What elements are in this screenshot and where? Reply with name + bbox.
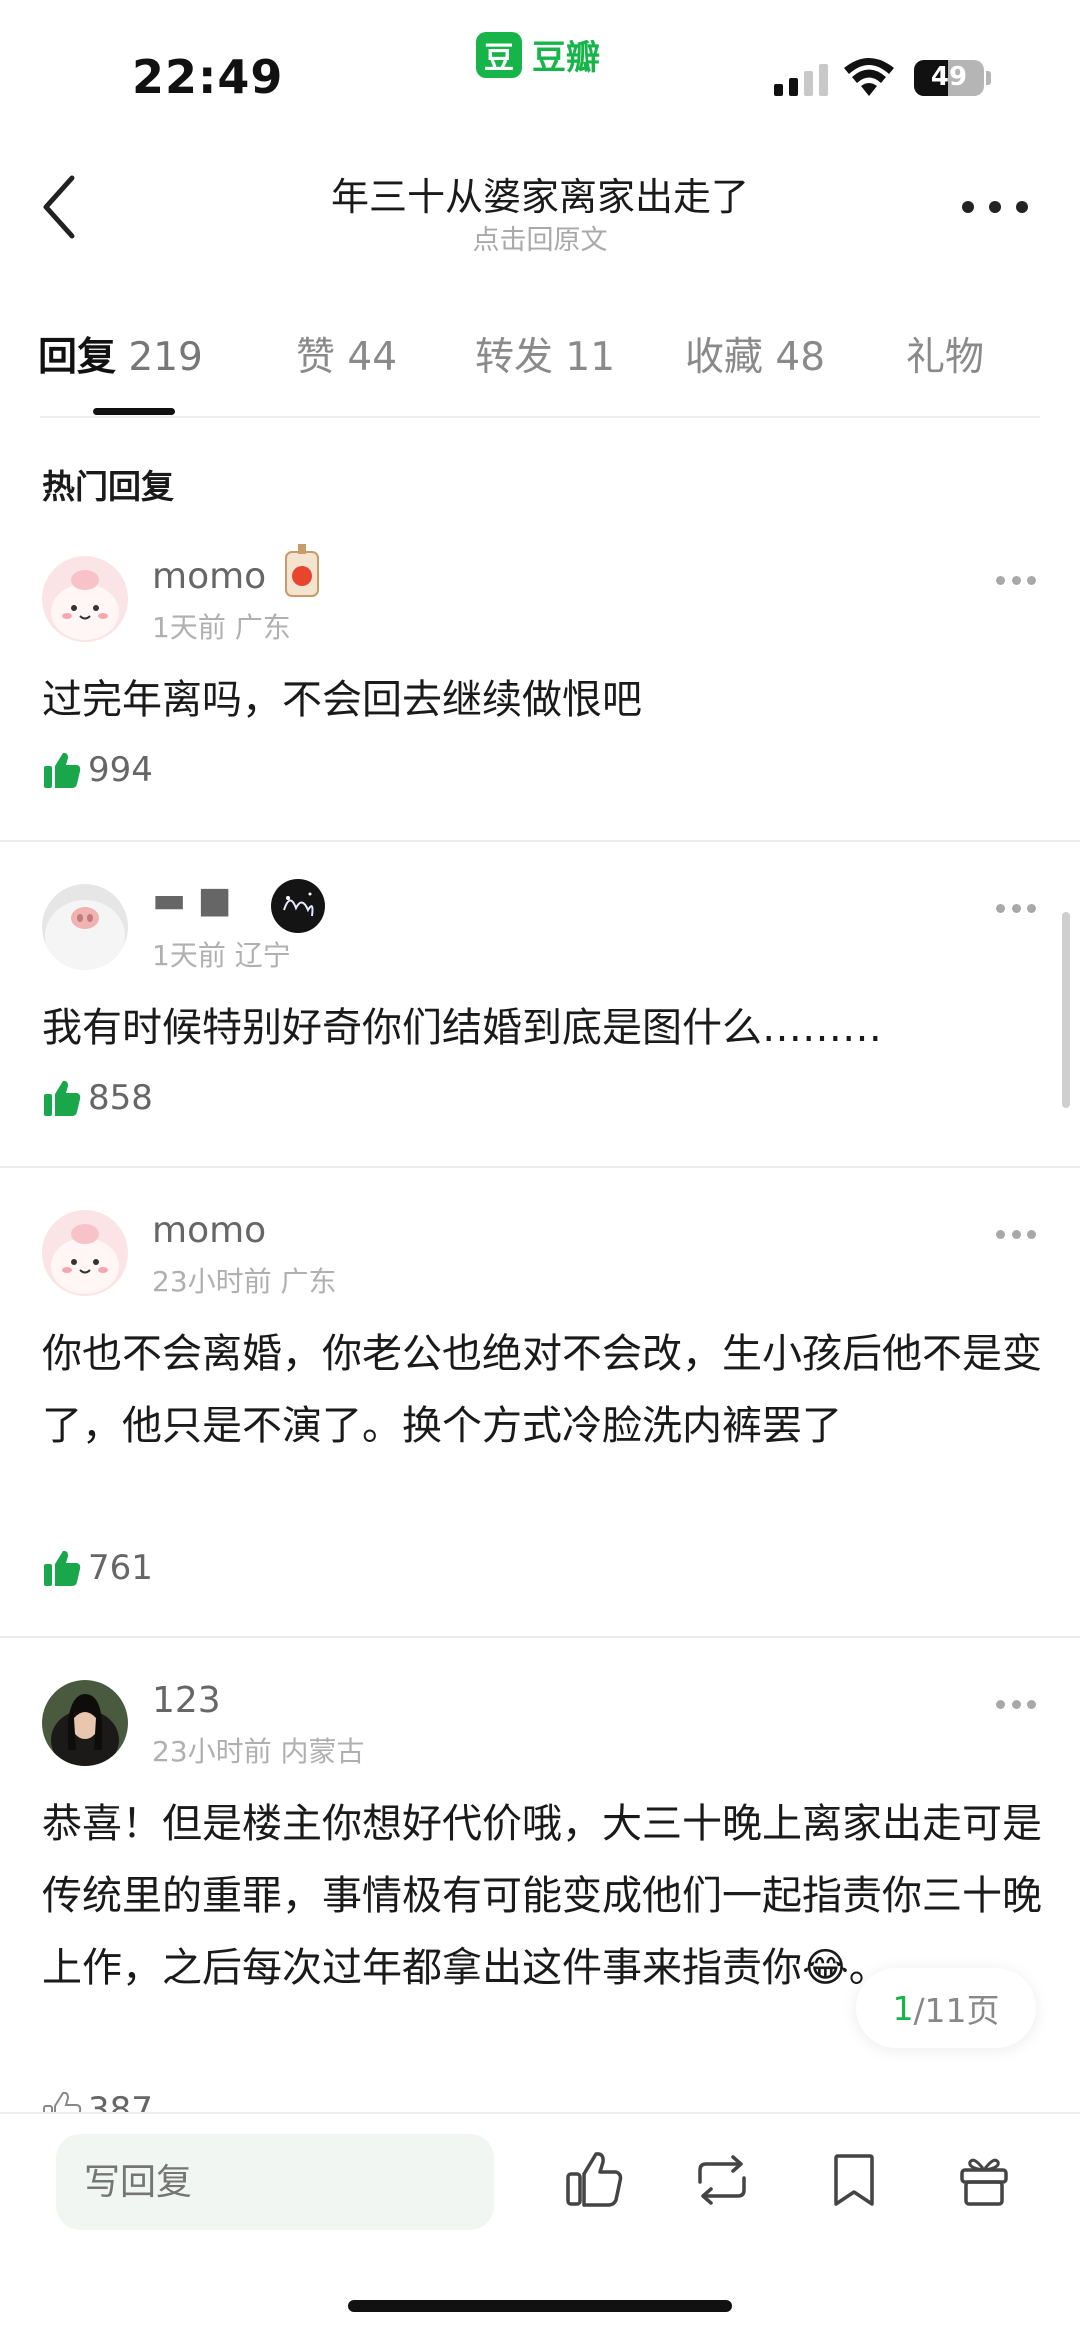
avatar[interactable] (42, 1680, 128, 1766)
tab-bar: 回复 219 赞 44 转发 11 收藏 48 礼物 (0, 326, 1080, 416)
more-options-icon[interactable] (962, 192, 1028, 222)
divider (40, 416, 1040, 418)
comment-body: 我有时候特别好奇你们结婚到底是图什么……… (42, 1005, 882, 1051)
current-page: 1 (892, 1988, 914, 2028)
reply-input[interactable] (56, 2134, 494, 2230)
tab-label: 赞 (296, 335, 336, 380)
total-pages: /11页 (913, 1991, 1000, 2030)
thumbs-up-icon[interactable] (562, 2148, 626, 2212)
like-button[interactable]: 994 (42, 750, 153, 790)
battery-icon: 49 (914, 60, 984, 96)
app-badge: 豆 豆瓣 (476, 30, 600, 79)
tab-label: 回复 (38, 335, 117, 380)
tab-label: 转发 (475, 335, 554, 380)
tab-reposts[interactable]: 转发 11 (475, 326, 615, 382)
comment-time: 23小时前 (152, 1735, 272, 1768)
comment-location: 广东 (234, 611, 291, 644)
comment-username[interactable]: momo (152, 1210, 266, 1251)
badge-icon (285, 544, 319, 597)
back-to-original-link[interactable]: 点击回原文 (200, 218, 880, 257)
scrollbar[interactable] (1062, 912, 1070, 1108)
comment-body: 你也不会离婚，你老公也绝对不会改，生小孩后他不是变了，他只是不演了。换个方式冷脸… (42, 1331, 1042, 1449)
tab-label: 收藏 (685, 335, 764, 380)
thumbs-up-icon (44, 752, 81, 788)
tab-likes[interactable]: 赞 44 (296, 326, 397, 382)
thumbs-up-icon (44, 1080, 81, 1116)
douban-logo-icon: 豆 (476, 31, 522, 78)
comment-username[interactable]: 123 (152, 1680, 221, 1721)
badge-icon (271, 879, 325, 933)
avatar[interactable] (42, 1210, 128, 1296)
thumbs-up-icon (44, 1550, 81, 1586)
tab-active-indicator (93, 408, 175, 415)
back-arrow-icon[interactable] (40, 172, 80, 242)
status-bar: 22:49 豆 豆瓣 49 (0, 0, 1080, 140)
comment-meta: 23小时前 广东 (152, 1260, 337, 1300)
tab-count: 11 (565, 335, 616, 380)
avatar[interactable] (42, 556, 128, 642)
tab-count: 44 (347, 335, 398, 380)
divider (0, 840, 1080, 842)
avatar[interactable] (42, 884, 128, 970)
comment-location: 广东 (280, 1265, 337, 1298)
tab-count: 48 (775, 335, 826, 380)
like-count: 994 (88, 750, 153, 790)
page-title: 年三十从婆家离家出走了 (330, 175, 749, 219)
comment-meta: 1天前 辽宁 (152, 934, 291, 974)
tab-collections[interactable]: 收藏 48 (685, 326, 825, 382)
comment-time: 1天前 (152, 939, 226, 972)
page-indicator[interactable]: 1/11页 (856, 1968, 1036, 2048)
app-name: 豆瓣 (532, 38, 600, 78)
like-button[interactable]: 761 (42, 1548, 153, 1588)
status-time: 22:49 (132, 50, 284, 104)
like-button[interactable]: 858 (42, 1078, 153, 1118)
comment-location: 内蒙古 (280, 1735, 365, 1768)
tab-count: 219 (128, 335, 203, 380)
comment-more-icon[interactable] (996, 904, 1036, 914)
wifi-icon (844, 58, 894, 96)
comment-location: 辽宁 (234, 939, 291, 972)
section-title: 热门回复 (42, 467, 174, 506)
tab-gifts[interactable]: 礼物 (906, 326, 984, 382)
battery-cap (986, 71, 991, 85)
divider (0, 1166, 1080, 1168)
comment-more-icon[interactable] (996, 1700, 1036, 1710)
tab-replies[interactable]: 回复 219 (38, 326, 203, 382)
battery-level: 49 (930, 62, 968, 92)
comment-body: 过完年离吗，不会回去继续做恨吧 (42, 677, 642, 723)
home-indicator (348, 2300, 732, 2312)
tab-label: 礼物 (906, 335, 985, 380)
comment-username[interactable]: momo (152, 556, 266, 597)
cellular-signal-icon (774, 64, 828, 96)
comment-time: 1天前 (152, 611, 226, 644)
comment-meta: 23小时前 内蒙古 (152, 1730, 365, 1770)
comment-more-icon[interactable] (996, 576, 1036, 586)
like-count: 858 (88, 1078, 153, 1118)
comment-meta: 1天前 广东 (152, 606, 291, 646)
repost-icon[interactable] (690, 2148, 754, 2212)
gift-icon[interactable] (952, 2148, 1016, 2212)
bookmark-icon[interactable] (822, 2148, 886, 2212)
comment-time: 23小时前 (152, 1265, 272, 1298)
like-count: 761 (88, 1548, 153, 1588)
comment-more-icon[interactable] (996, 1230, 1036, 1240)
divider (0, 1636, 1080, 1638)
comment-username[interactable]: ▬ ■ (152, 880, 231, 921)
